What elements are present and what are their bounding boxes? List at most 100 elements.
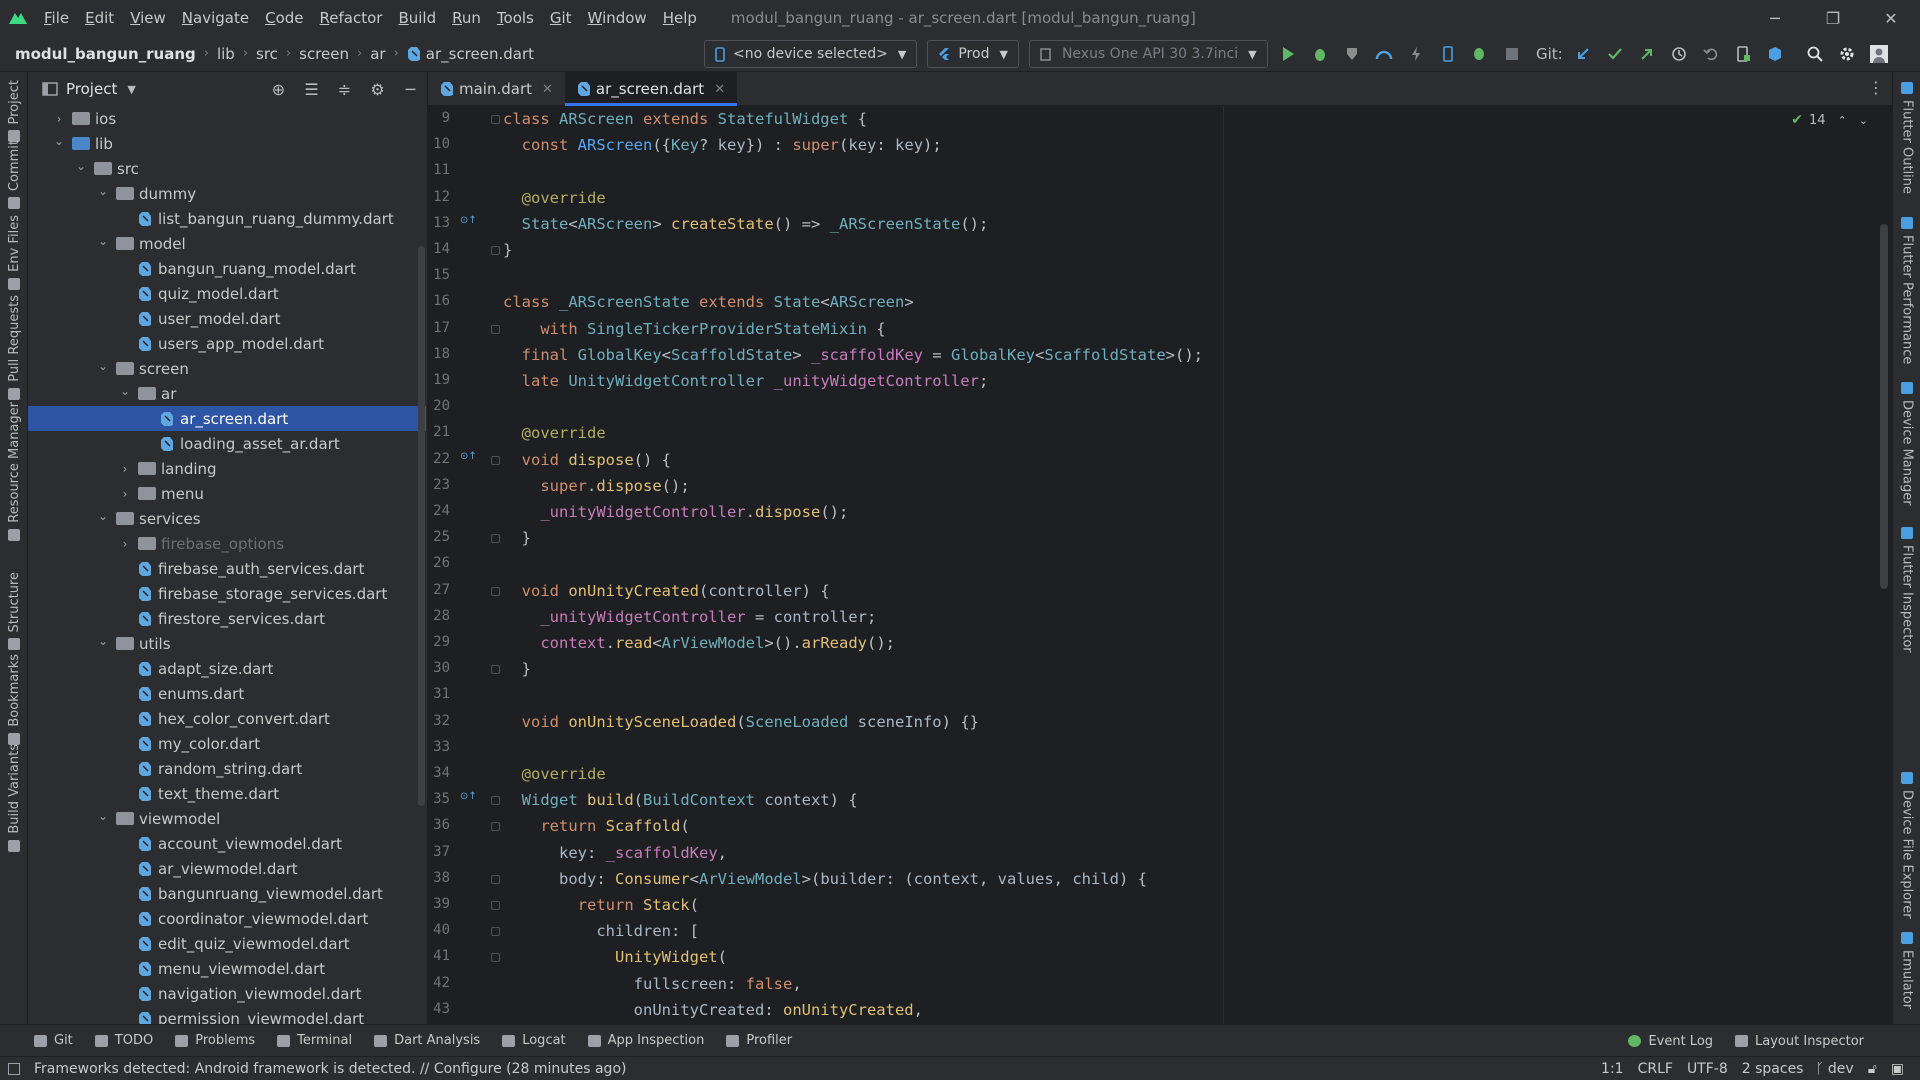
fold-icon[interactable] <box>491 796 500 806</box>
tree-folder-item[interactable]: ⌄ utils <box>28 631 426 656</box>
device-manager-icon[interactable] <box>1727 36 1759 72</box>
toggle-tool-windows-icon[interactable] <box>8 1063 20 1075</box>
tree-file-item[interactable]: ar_screen.dart <box>28 406 426 431</box>
fold-icon[interactable] <box>491 665 500 675</box>
git-commit-icon[interactable] <box>1599 36 1631 72</box>
menu-edit[interactable]: Edit <box>77 0 122 36</box>
tree-folder-item[interactable]: ⌄ viewmodel <box>28 806 426 831</box>
editor-scrollbar[interactable] <box>1880 224 1888 589</box>
menu-window[interactable]: Window <box>580 0 655 36</box>
tree-file-item[interactable]: ar_viewmodel.dart <box>28 856 426 881</box>
file-encoding[interactable]: UTF-8 <box>1687 1061 1728 1077</box>
coverage-icon[interactable] <box>1336 36 1368 72</box>
chevron-right-icon[interactable]: › <box>116 487 134 501</box>
flavor-selector[interactable]: Prod ▼ <box>927 40 1019 68</box>
tree-file-item[interactable]: users_app_model.dart <box>28 331 426 356</box>
override-method-icon[interactable]: ⊙↑ <box>460 791 477 802</box>
chevron-down-icon[interactable]: ⌄ <box>116 384 134 398</box>
menu-git[interactable]: Git <box>542 0 580 36</box>
tree-folder-item[interactable]: ⌄ lib <box>28 131 426 156</box>
tool-tab-build-variants[interactable]: Build Variants <box>0 744 28 852</box>
tool-tab-structure[interactable]: Structure <box>0 572 28 651</box>
fold-icon[interactable] <box>491 534 500 544</box>
override-method-icon[interactable]: ⊙↑ <box>460 451 477 462</box>
chevron-down-icon[interactable]: ⌄ <box>1859 114 1868 127</box>
tool-tab-device-manager[interactable]: Device Manager <box>1893 382 1920 506</box>
sdk-manager-icon[interactable] <box>1759 36 1791 72</box>
tree-file-item[interactable]: permission_viewmodel.dart <box>28 1006 426 1024</box>
history-icon[interactable] <box>1663 36 1695 72</box>
tool-tab-emulator[interactable]: Emulator <box>1893 932 1920 1009</box>
tree-folder-item[interactable]: › ios <box>28 106 426 131</box>
tool-git[interactable]: Git <box>34 1033 73 1048</box>
chevron-down-icon[interactable]: ⌄ <box>50 134 68 148</box>
fold-icon[interactable] <box>491 455 500 465</box>
tree-folder-item[interactable]: ⌄ services <box>28 506 426 531</box>
menu-tools[interactable]: Tools <box>489 0 542 36</box>
tool-dart-analysis[interactable]: Dart Analysis <box>374 1033 480 1048</box>
device-selector[interactable]: <no device selected> ▼ <box>704 40 918 68</box>
code-editor[interactable]: 9 10 11 12 13 ⊙↑ 14 15 16 17 18 19 20 21 22 ⊙↑ 23 24 25 26 2… <box>428 106 1892 1024</box>
breadcrumb-item[interactable]: ar <box>370 45 385 63</box>
tree-file-item[interactable]: hex_color_convert.dart <box>28 706 426 731</box>
caret-position[interactable]: 1:1 <box>1601 1061 1624 1077</box>
tree-file-item[interactable]: loading_asset_ar.dart <box>28 431 426 456</box>
hide-panel-icon[interactable]: ─ <box>394 72 427 106</box>
menu-navigate[interactable]: Navigate <box>174 0 257 36</box>
tree-file-item[interactable]: firestore_services.dart <box>28 606 426 631</box>
tool-tab-commit[interactable]: Commit <box>0 140 28 210</box>
breadcrumb-item[interactable]: src <box>256 45 278 63</box>
tree-file-item[interactable]: coordinator_viewmodel.dart <box>28 906 426 931</box>
fold-icon[interactable] <box>491 586 500 596</box>
run-icon[interactable] <box>1272 36 1304 72</box>
profile-icon[interactable] <box>1368 36 1400 72</box>
memory-indicator-icon[interactable]: ▣ <box>1891 1061 1904 1077</box>
chevron-down-icon[interactable]: ⌄ <box>94 184 112 198</box>
fold-icon[interactable] <box>491 953 500 963</box>
line-separator[interactable]: CRLF <box>1638 1061 1673 1077</box>
tree-folder-item[interactable]: › menu <box>28 481 426 506</box>
avatar-icon[interactable] <box>1863 36 1895 72</box>
tree-folder-item[interactable]: ⌄ ar <box>28 381 426 406</box>
menu-view[interactable]: View <box>122 0 174 36</box>
override-method-icon[interactable]: ⊙↑ <box>460 215 477 226</box>
git-push-icon[interactable] <box>1631 36 1663 72</box>
tree-file-item[interactable]: account_viewmodel.dart <box>28 831 426 856</box>
tool-tab-pull-requests[interactable]: Pull Requests <box>0 295 28 400</box>
stop-icon[interactable] <box>1496 36 1528 72</box>
tool-event-log[interactable]: Event Log <box>1628 1034 1713 1049</box>
tool-tab-resource-manager[interactable]: Resource Manager <box>0 402 28 541</box>
breadcrumb-item[interactable]: screen <box>299 45 349 63</box>
fold-icon[interactable] <box>491 115 500 124</box>
menu-run[interactable]: Run <box>444 0 489 36</box>
menu-code[interactable]: Code <box>257 0 311 36</box>
tree-file-item[interactable]: my_color.dart <box>28 731 426 756</box>
chevron-right-icon[interactable]: › <box>116 462 134 476</box>
status-message[interactable]: Frameworks detected: Android framework i… <box>34 1061 626 1077</box>
tool-tab-flutter-outline[interactable]: Flutter Outline <box>1893 82 1920 194</box>
tool-tab-env-files[interactable]: Env Files <box>0 215 28 290</box>
search-icon[interactable] <box>1799 36 1831 72</box>
tree-folder-item[interactable]: ⌄ screen <box>28 356 426 381</box>
menu-build[interactable]: Build <box>390 0 444 36</box>
tree-file-item[interactable]: list_bangun_ruang_dummy.dart <box>28 206 426 231</box>
hot-reload-icon[interactable] <box>1400 36 1432 72</box>
tree-file-item[interactable]: text_theme.dart <box>28 781 426 806</box>
menu-file[interactable]: File <box>36 0 77 36</box>
chevron-up-icon[interactable]: ⌃ <box>1838 114 1847 127</box>
tool-tab-flutter-performance[interactable]: Flutter Performance <box>1893 217 1920 364</box>
tree-file-item[interactable]: enums.dart <box>28 681 426 706</box>
lock-icon[interactable]: 🔓︎ <box>1868 1061 1877 1077</box>
chevron-down-icon[interactable]: ⌄ <box>94 234 112 248</box>
tool-tab-device-file-explorer[interactable]: Device File Explorer <box>1893 772 1920 919</box>
chevron-down-icon[interactable]: ⌄ <box>94 809 112 823</box>
breadcrumb-item[interactable]: lib <box>217 45 235 63</box>
tree-folder-item[interactable]: ⌄ src <box>28 156 426 181</box>
chevron-right-icon[interactable]: › <box>116 537 134 551</box>
tree-file-item[interactable]: quiz_model.dart <box>28 281 426 306</box>
rollback-icon[interactable] <box>1695 36 1727 72</box>
tree-folder-item[interactable]: › firebase_options <box>28 531 426 556</box>
attach-debugger-icon[interactable] <box>1464 36 1496 72</box>
locate-file-icon[interactable]: ⊕ <box>262 72 295 106</box>
menu-refactor[interactable]: Refactor <box>312 0 391 36</box>
